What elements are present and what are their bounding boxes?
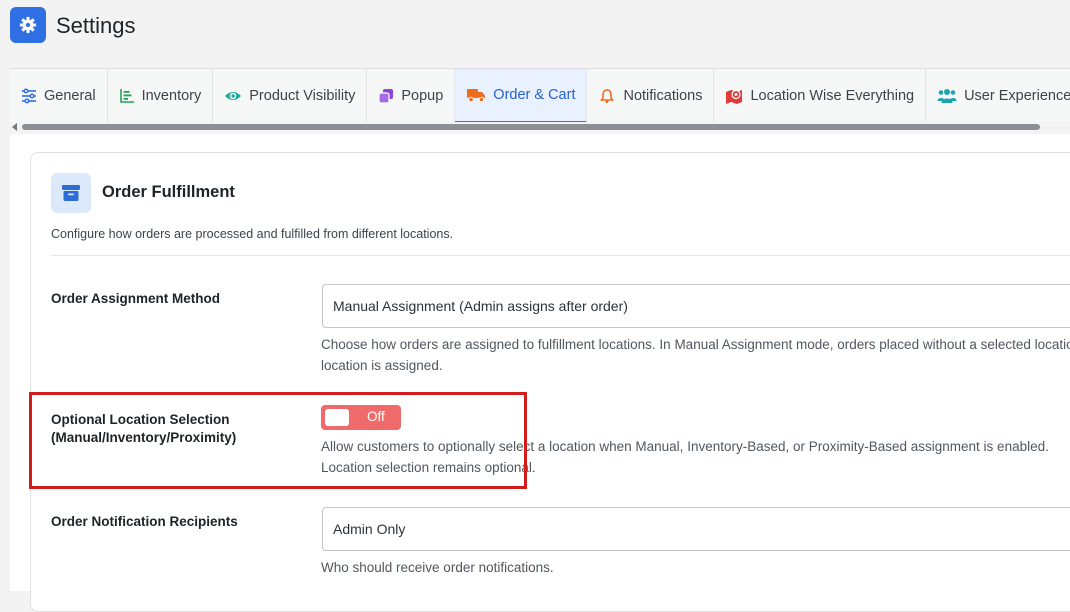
- tab-label: Popup: [401, 88, 444, 104]
- help-line: location is assigned.: [321, 358, 443, 373]
- scroll-left-arrow-icon[interactable]: [12, 123, 17, 131]
- card-icon-box: [51, 173, 91, 213]
- sliders-icon: [22, 88, 36, 104]
- users-icon: [937, 89, 957, 103]
- order-fulfillment-card: Order Fulfillment Configure how orders a…: [30, 152, 1070, 612]
- order-notification-recipients-select[interactable]: Admin Only: [322, 507, 1070, 551]
- tab-label: Location Wise Everything: [750, 88, 915, 104]
- help-line: Choose how orders are assigned to fulfil…: [321, 337, 1070, 352]
- tab-product-visibility[interactable]: Product Visibility: [213, 69, 368, 122]
- order-assignment-method-label: Order Assignment Method: [51, 291, 221, 306]
- archive-box-icon: [62, 185, 80, 201]
- card-description: Configure how orders are processed and f…: [51, 227, 454, 241]
- tab-label: General: [44, 88, 96, 104]
- map-marker-icon: [726, 89, 743, 104]
- settings-logo: [10, 7, 46, 43]
- tab-label: Product Visibility: [249, 88, 356, 104]
- select-value: Manual Assignment (Admin assigns after o…: [333, 298, 628, 314]
- truck-icon: [467, 89, 486, 103]
- bar-chart-icon: [119, 89, 134, 103]
- settings-content: Order Fulfillment Configure how orders a…: [10, 134, 1070, 612]
- tab-label: Order & Cart: [493, 87, 576, 103]
- tab-label: User Experience: [964, 88, 1070, 104]
- select-value: Admin Only: [333, 521, 406, 537]
- bell-icon: [600, 89, 615, 103]
- card-title: Order Fulfillment: [102, 183, 235, 201]
- page-header: Settings: [0, 0, 1070, 66]
- gear-icon: [19, 16, 37, 34]
- tab-general[interactable]: General: [10, 69, 108, 122]
- tab-notifications[interactable]: Notifications: [587, 69, 715, 122]
- order-assignment-help: Choose how orders are assigned to fulfil…: [321, 334, 1070, 376]
- page-title: Settings: [56, 13, 136, 38]
- eye-icon: [225, 92, 242, 100]
- tab-label: Notifications: [623, 88, 703, 104]
- settings-tabs: General Inventory Product Visibility Pop…: [10, 68, 1070, 122]
- tab-popup[interactable]: Popup: [367, 69, 456, 122]
- tab-order-cart[interactable]: Order & Cart: [455, 69, 588, 122]
- tab-label: Inventory: [141, 88, 202, 104]
- tabs-scrollbar[interactable]: [10, 122, 1070, 132]
- card-divider: [51, 255, 1070, 256]
- order-notification-recipients-label: Order Notification Recipients: [51, 514, 238, 529]
- tab-location-wise-everything[interactable]: Location Wise Everything: [714, 69, 927, 122]
- highlight-annotation-box: [29, 392, 527, 489]
- scroll-thumb[interactable]: [22, 124, 1040, 130]
- tab-inventory[interactable]: Inventory: [108, 69, 214, 122]
- order-assignment-method-select[interactable]: Manual Assignment (Admin assigns after o…: [322, 284, 1070, 328]
- clone-icon: [378, 89, 394, 104]
- tab-user-experience[interactable]: User Experience: [926, 69, 1070, 122]
- order-notification-help: Who should receive order notifications.: [321, 560, 554, 575]
